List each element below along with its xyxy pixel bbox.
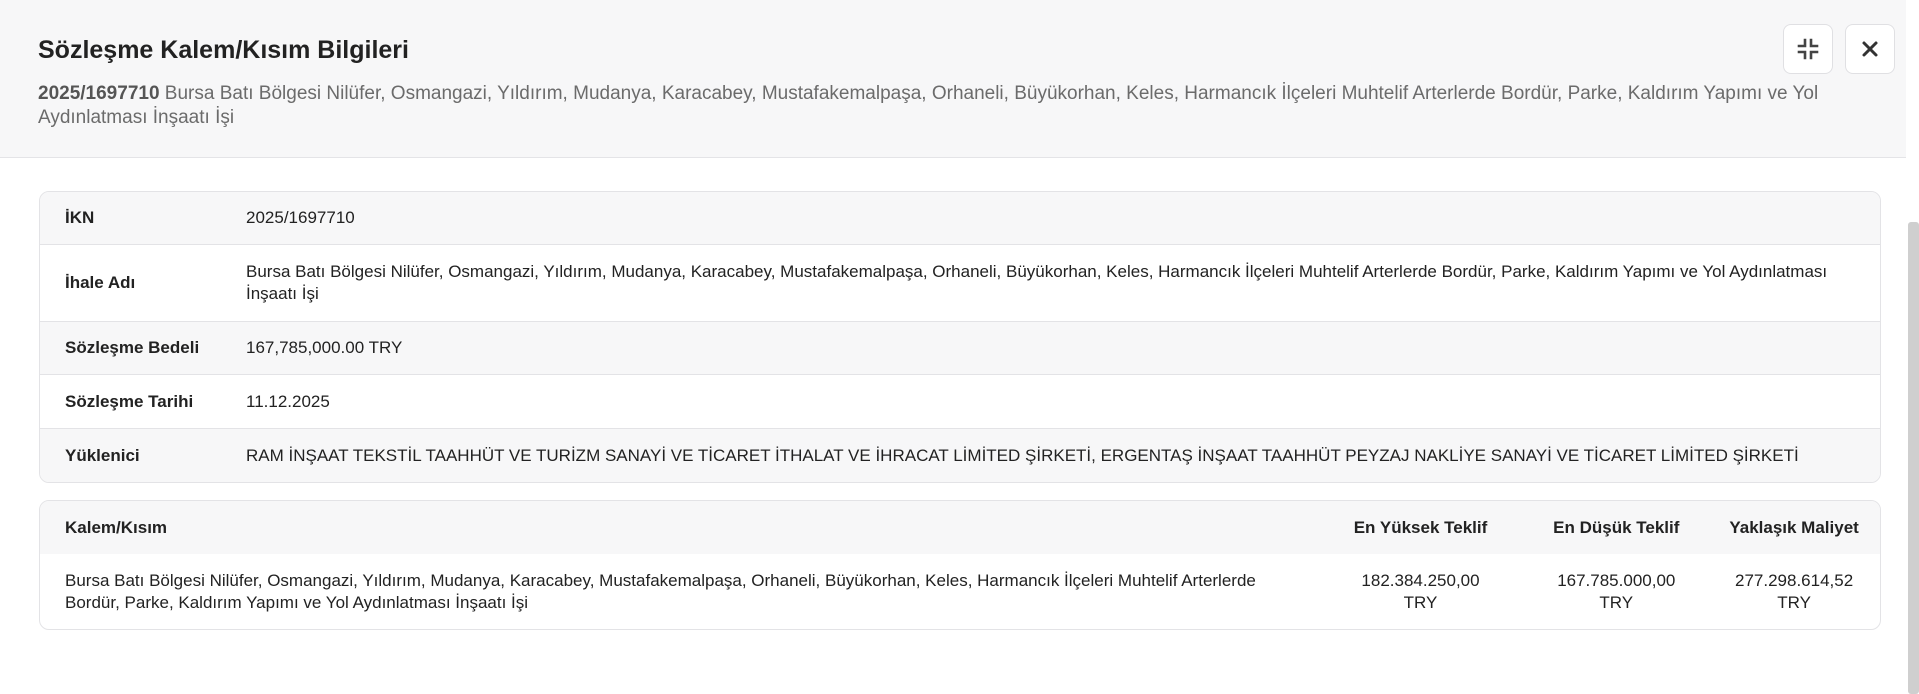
column-header-item: Kalem/Kısım xyxy=(65,517,168,537)
compress-button[interactable] xyxy=(1783,24,1833,74)
table-row: Bursa Batı Bölgesi Nilüfer, Osmangazi, Y… xyxy=(40,554,1880,629)
max-offer-cell: 182.384.250,00 TRY xyxy=(1323,570,1519,614)
max-offer-amount: 182.384.250,00 xyxy=(1361,570,1480,590)
info-row-contractor: Yüklenici RAM İNŞAAT TEKSTİL TAAHHÜT VE … xyxy=(40,429,1880,482)
ikn-value: 2025/1697710 xyxy=(246,208,355,227)
column-header-max-offer: En Yüksek Teklif xyxy=(1353,517,1488,537)
info-row-contract-date: Sözleşme Tarihi 11.12.2025 xyxy=(40,375,1880,429)
estimated-cost-currency: TRY xyxy=(1777,592,1811,612)
column-header-min-offer: En Düşük Teklif xyxy=(1553,517,1680,537)
max-offer-currency: TRY xyxy=(1403,592,1438,612)
info-row-tender-name: İhale Adı Bursa Batı Bölgesi Nilüfer, Os… xyxy=(40,245,1880,322)
min-offer-currency: TRY xyxy=(1599,592,1634,612)
modal-subtitle: 2025/1697710 Bursa Batı Bölgesi Nilüfer,… xyxy=(38,82,1888,130)
contract-items-modal: Sözleşme Kalem/Kısım Bilgileri 2025/1697… xyxy=(0,0,1919,694)
tender-name-label: İhale Adı xyxy=(65,273,136,292)
subtitle-tender-name: Bursa Batı Bölgesi Nilüfer, Osmangazi, Y… xyxy=(38,83,1819,128)
min-offer-amount: 167.785.000,00 xyxy=(1557,570,1676,590)
subtitle-ikn: 2025/1697710 xyxy=(38,83,160,104)
contract-price-value: 167,785,000.00 TRY xyxy=(246,338,403,357)
contract-info-table: İKN 2025/1697710 İhale Adı Bursa Batı Bö… xyxy=(39,191,1881,483)
ikn-label: İKN xyxy=(65,208,95,227)
column-header-estimated-cost: Yaklaşık Maliyet xyxy=(1729,517,1859,537)
close-button[interactable] xyxy=(1845,24,1895,74)
contract-date-label: Sözleşme Tarihi xyxy=(65,391,194,411)
contract-price-label: Sözleşme Bedeli xyxy=(65,338,200,357)
min-offer-cell: 167.785.000,00 TRY xyxy=(1518,570,1714,614)
close-icon xyxy=(1860,39,1880,59)
contractor-value: RAM İNŞAAT TEKSTİL TAAHHÜT VE TURİZM SAN… xyxy=(246,445,1799,465)
scrollbar-thumb[interactable] xyxy=(1908,222,1919,694)
info-row-ikn: İKN 2025/1697710 xyxy=(40,192,1880,245)
estimated-cost-cell: 277.298.614,52 TRY xyxy=(1714,570,1880,614)
tender-name-value: Bursa Batı Bölgesi Nilüfer, Osmangazi, Y… xyxy=(246,262,1828,303)
contract-date-value: 11.12.2025 xyxy=(246,391,330,411)
contractor-label: Yüklenici xyxy=(65,445,140,465)
compress-icon xyxy=(1796,37,1820,61)
items-table: Kalem/Kısım En Yüksek Teklif En Düşük Te… xyxy=(39,500,1881,630)
modal-title: Sözleşme Kalem/Kısım Bilgileri xyxy=(38,36,409,64)
info-row-contract-price: Sözleşme Bedeli 167,785,000.00 TRY xyxy=(40,322,1880,375)
item-name-cell: Bursa Batı Bölgesi Nilüfer, Osmangazi, Y… xyxy=(65,570,1256,612)
modal-header: Sözleşme Kalem/Kısım Bilgileri 2025/1697… xyxy=(0,0,1906,158)
items-table-header: Kalem/Kısım En Yüksek Teklif En Düşük Te… xyxy=(40,501,1880,554)
estimated-cost-amount: 277.298.614,52 xyxy=(1735,570,1854,590)
